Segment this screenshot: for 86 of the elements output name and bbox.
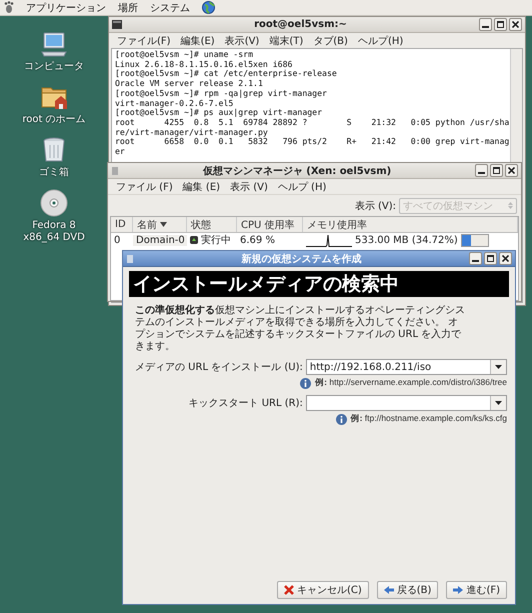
- menu-item[interactable]: 表示(V): [224, 34, 260, 48]
- column-header[interactable]: 状態: [187, 217, 237, 232]
- menu-item[interactable]: 編集 (E): [182, 180, 220, 194]
- right-arrow-icon: [453, 585, 464, 595]
- url-combo-field[interactable]: http://192.168.0.211/iso: [306, 359, 507, 375]
- column-header[interactable]: ID: [111, 217, 133, 232]
- desktop-icon-label[interactable]: Fedora 8 x86_64 DVD: [14, 220, 94, 244]
- maximize-icon: [497, 21, 504, 28]
- maximize-icon: [493, 167, 500, 174]
- close-button[interactable]: [505, 164, 518, 177]
- cancel-button[interactable]: キャンセル(C): [276, 581, 369, 599]
- desktop-icon-label[interactable]: コンピュータ: [14, 61, 94, 73]
- field-label: キックスタート URL (R):: [188, 397, 303, 410]
- terminal-line: virt-manager-0.2.6-7.el5: [115, 98, 234, 108]
- table-cell-text: 0: [113, 234, 122, 246]
- view-label: 表示 (V):: [354, 200, 396, 212]
- desktop-icon-label[interactable]: ゴミ箱: [14, 167, 94, 179]
- maximize-button[interactable]: [494, 18, 507, 31]
- terminal-line: Oracle VM server release 2.1.1: [115, 79, 263, 89]
- hint-text: 例: ftp://hostname.example.com/ks/ks.cfg: [350, 413, 507, 425]
- panel-menu[interactable]: システム: [150, 0, 190, 14]
- column-header[interactable]: 名前: [133, 217, 187, 232]
- close-icon: [512, 21, 519, 28]
- cpu-usage-sparkline: [306, 233, 352, 247]
- foot-icon[interactable]: [4, 1, 14, 14]
- description-text: この準仮想化する仮想マシン上にインストールするオペレーティングシステムのインストールメディアを取得できる場所を入力してください。 オプションでシステムを記述するキックスタートファイルの URL を入力できます。: [135, 305, 465, 353]
- info-icon: [300, 378, 312, 388]
- window-title: root@oel5vsm:~: [253, 19, 348, 30]
- panel-menu[interactable]: 場所: [118, 0, 138, 14]
- menu-item[interactable]: ファイル(F): [117, 34, 171, 48]
- terminal-line: re/virt-manager/virt-manager.py: [115, 128, 268, 138]
- panel-menu[interactable]: アプリケーション: [26, 0, 106, 14]
- close-button[interactable]: [499, 252, 512, 265]
- terminal-line: [root@oel5vsm ~]# ps aux|grep virt-manager: [115, 108, 322, 118]
- dropdown-arrow-icon[interactable]: [495, 401, 502, 405]
- sort-arrow-icon: [160, 222, 167, 227]
- running-status-icon: [190, 235, 199, 245]
- memory-text: 533.00 MB (34.72%): [355, 234, 458, 246]
- terminal-line: Linux 2.6.18-8.1.15.0.16.el5xen i686: [115, 60, 292, 70]
- close-icon: [502, 255, 509, 262]
- menu-item[interactable]: ヘルプ(H): [358, 34, 404, 48]
- column-header[interactable]: CPU 使用率: [237, 217, 303, 232]
- terminal-line: root 6658 0.0 0.1 5832 796 pts/2 R+ 21:42 0:00 grep virt-manag: [115, 137, 510, 148]
- spinner-arrows-icon: [508, 201, 513, 210]
- menu-item[interactable]: ファイル (F): [116, 180, 173, 194]
- globe-icon[interactable]: [202, 1, 215, 14]
- menu-item[interactable]: タブ(B): [313, 34, 348, 48]
- terminal-line: [root@oel5vsm ~]# rpm -qa|grep virt-manager: [115, 88, 327, 99]
- maximize-button[interactable]: [484, 252, 497, 265]
- window-title: 新規の仮想システムを作成: [240, 252, 362, 266]
- menu-item[interactable]: 表示 (V): [230, 180, 268, 194]
- maximize-button[interactable]: [490, 164, 503, 177]
- dropdown-arrow-icon[interactable]: [495, 365, 502, 369]
- minimize-button[interactable]: [469, 252, 482, 265]
- minimize-button[interactable]: [479, 18, 492, 31]
- cancel-x-icon: [284, 585, 294, 595]
- maximize-icon: [487, 255, 494, 262]
- menu-item[interactable]: ヘルプ (H): [278, 180, 326, 194]
- window-title: 仮想マシンマネージャ (Xen: oel5vsm): [202, 164, 392, 178]
- terminal-line: [root@oel5vsm ~]# uname -srm: [115, 50, 254, 60]
- disc-icon[interactable]: [40, 189, 68, 217]
- field-label: メディアの URL をインストール (U):: [135, 361, 303, 374]
- back-button[interactable]: 戻る(B): [376, 581, 438, 599]
- computer-icon[interactable]: [40, 30, 68, 58]
- table-cell: Domain-0: [133, 234, 187, 246]
- left-arrow-icon: [384, 585, 394, 595]
- status-text: 実行中: [201, 234, 231, 247]
- table-cell-text: 6.69 %: [239, 234, 276, 246]
- dialog-heading: インストールメディアの検索中: [129, 271, 509, 297]
- forward-button[interactable]: 進む(F): [446, 581, 507, 599]
- terminal-line: root 4255 0.8 5.1 69784 28892 ? S 21:32 0:05 python /usr/sha: [115, 118, 510, 128]
- app-icon: [111, 166, 119, 176]
- info-icon: [336, 414, 347, 424]
- menu-item[interactable]: 編集(E): [180, 34, 215, 48]
- close-icon: [508, 167, 515, 174]
- close-button[interactable]: [509, 18, 522, 31]
- hint-text: 例: http://servername.example.com/distro/i386/tree: [315, 377, 507, 389]
- column-header[interactable]: メモリ使用率: [303, 217, 518, 232]
- app-icon: [126, 254, 134, 264]
- minimize-button[interactable]: [475, 164, 488, 177]
- desktop-icon-label[interactable]: root のホーム: [14, 114, 94, 126]
- terminal-line: [root@oel5vsm ~]# cat /etc/enterprise-release: [115, 69, 337, 80]
- url-combo-field[interactable]: [306, 395, 507, 411]
- terminal-icon: [112, 20, 122, 29]
- menu-item[interactable]: 端末(T): [269, 34, 304, 48]
- terminal-line: er: [115, 147, 125, 157]
